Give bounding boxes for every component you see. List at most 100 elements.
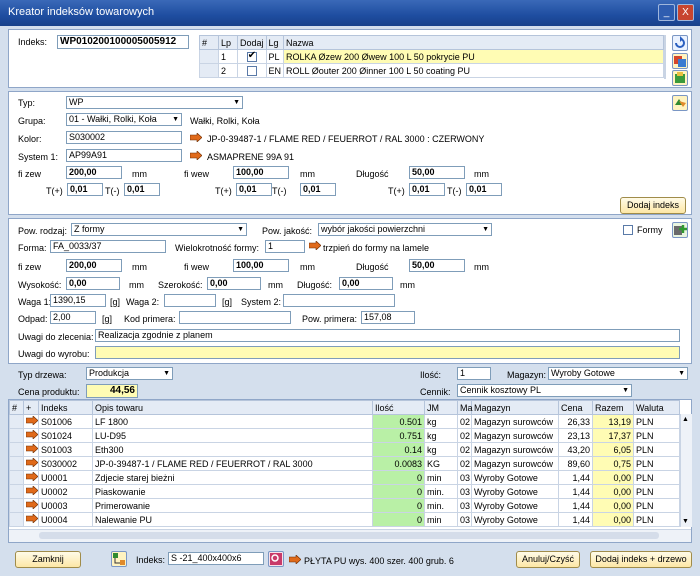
row-ilosc[interactable]: 0 (372, 498, 425, 513)
row-ilosc[interactable]: 0.751 (372, 428, 425, 443)
row-opis[interactable]: LU-D95 (92, 428, 373, 443)
row-cena[interactable]: 26,33 (558, 414, 593, 429)
footer-indeks-field[interactable]: S -21_400x400x6 (168, 552, 264, 565)
add-form-icon[interactable] (672, 222, 688, 238)
row-cena[interactable]: 43,20 (558, 442, 593, 457)
row-opis[interactable]: LF 1800 (92, 414, 373, 429)
row-indeks[interactable]: S01006 (38, 414, 93, 429)
row-cena[interactable]: 1,44 (558, 512, 593, 527)
row-jm[interactable]: kg (424, 442, 458, 457)
odpad-field[interactable]: 2,00 (50, 311, 96, 324)
scroll-up-icon[interactable]: ▲ (682, 416, 689, 423)
arrow-right-icon[interactable] (25, 499, 38, 510)
bom-row[interactable]: U0002 Piaskowanie 0 min. 03 Wyroby Gotowe 1,44… (9, 484, 680, 499)
arrow-right-icon[interactable] (289, 555, 301, 564)
bom-row[interactable]: S030002 JP-0-39487-1 / FLAME RED / FEUERR… (9, 456, 680, 471)
arrow-right-icon[interactable] (309, 241, 321, 250)
pow-primera-field[interactable]: 157,08 (361, 311, 415, 324)
row-razem[interactable]: 0,00 (592, 498, 634, 513)
row-indeks[interactable]: U0004 (38, 512, 93, 527)
arrow-right-icon[interactable] (25, 429, 38, 440)
row-magazyn[interactable]: Magazyn surowców (471, 414, 559, 429)
row-ilosc[interactable]: 0 (372, 512, 425, 527)
arrow-right-icon[interactable] (25, 485, 38, 496)
scroll-down-icon[interactable]: ▼ (682, 518, 689, 525)
row-magazyn[interactable]: Magazyn surowców (471, 428, 559, 443)
row-waluta[interactable]: PLN (633, 498, 680, 513)
row-jm[interactable]: kg (424, 414, 458, 429)
arrow-right-icon[interactable] (190, 133, 202, 142)
waga1-field[interactable]: 1390,15 (50, 294, 106, 307)
row-jm[interactable]: min (424, 512, 458, 527)
row-cena[interactable]: 23,13 (558, 428, 593, 443)
row-ma[interactable]: 02 (457, 442, 472, 457)
wielokrotnosc-field[interactable]: 1 (265, 240, 305, 253)
col-magazyn[interactable]: Magazyn (471, 400, 559, 415)
book-icon[interactable] (672, 70, 688, 86)
fiwew-field[interactable]: 100,00 (233, 166, 289, 179)
row-opis[interactable]: Eth300 (92, 442, 373, 457)
dlugosc-field[interactable]: 50,00 (409, 166, 465, 179)
add-checkbox[interactable]: ✔ (246, 51, 257, 62)
row-ma[interactable]: 03 (457, 498, 472, 513)
row-indeks[interactable]: U0003 (38, 498, 93, 513)
row-magazyn[interactable]: Wyroby Gotowe (471, 512, 559, 527)
row-waluta[interactable]: PLN (633, 428, 680, 443)
dlugosc-tminus-field[interactable]: 0,01 (466, 183, 502, 196)
close-dialog-button[interactable]: Zamknij (15, 551, 81, 568)
row-waluta[interactable]: PLN (633, 470, 680, 485)
row-ilosc[interactable]: 0 (372, 484, 425, 499)
row-magazyn[interactable]: Wyroby Gotowe (471, 498, 559, 513)
arrow-right-icon[interactable] (25, 513, 38, 524)
bom-row[interactable]: S01003 Eth300 0.14 kg 02 Magazyn surowców 43,2… (9, 442, 680, 457)
row-opis[interactable]: Piaskowanie (92, 484, 373, 499)
col-opis[interactable]: Opis towaru (92, 400, 373, 415)
fizew-tplus-field[interactable]: 0,01 (67, 183, 103, 196)
row-opis[interactable]: Primerowanie (92, 498, 373, 513)
row-indeks[interactable]: S01003 (38, 442, 93, 457)
waga2-field[interactable] (164, 294, 216, 307)
row-indeks[interactable]: U0002 (38, 484, 93, 499)
row-ilosc[interactable]: 0.14 (372, 442, 425, 457)
cennik-select[interactable]: Cennik kosztowy PL (457, 384, 632, 397)
row-jm[interactable]: kg (424, 428, 458, 443)
row-waluta[interactable]: PLN (633, 414, 680, 429)
row-razem[interactable]: 0,75 (592, 456, 634, 471)
ilosc-field[interactable]: 1 (457, 367, 491, 380)
fiwew-tminus-field[interactable]: 0,01 (300, 183, 336, 196)
col-indeks[interactable]: Indeks (38, 400, 93, 415)
bom-row[interactable]: U0004 Nalewanie PU 0 min 03 Wyroby Gotowe 1,44… (9, 512, 680, 527)
col-razem[interactable]: Razem (592, 400, 634, 415)
grupa-select[interactable]: 01 - Wałki, Rolki, Koła (66, 113, 182, 126)
magazyn-select[interactable]: Wyroby Gotowe (548, 367, 688, 380)
bom-row[interactable]: U0001 Zdjecie starej bieżni 0 min 03 Wyroby G… (9, 470, 680, 485)
row-magazyn[interactable]: Magazyn surowców (471, 456, 559, 471)
system2-field[interactable] (283, 294, 395, 307)
row-ma[interactable]: 02 (457, 414, 472, 429)
row-ma[interactable]: 03 (457, 512, 472, 527)
tree-icon[interactable] (111, 551, 127, 567)
system-field[interactable]: AP99A91 (66, 149, 182, 162)
col-cena[interactable]: Cena (558, 400, 593, 415)
kod-primera-field[interactable] (179, 311, 291, 324)
formy-checkbox[interactable] (623, 225, 633, 235)
fiwew-tplus-field[interactable]: 0,01 (236, 183, 272, 196)
row-razem[interactable]: 0,00 (592, 512, 634, 527)
row-jm[interactable]: KG (424, 456, 458, 471)
row-indeks[interactable]: U0001 (38, 470, 93, 485)
uwagi-wyrobu-field[interactable] (95, 346, 680, 359)
prod-fizew-field[interactable]: 200,00 (66, 259, 122, 272)
row-razem[interactable]: 17,37 (592, 428, 634, 443)
row-jm[interactable]: min. (424, 484, 458, 499)
col-ilosc[interactable]: Ilość (372, 400, 425, 415)
exchange-icon[interactable] (672, 95, 688, 111)
row-waluta[interactable]: PLN (633, 512, 680, 527)
row-cena[interactable]: 89,60 (558, 456, 593, 471)
row-ilosc[interactable]: 0.0083 (372, 456, 425, 471)
typ-select[interactable]: WP (66, 96, 243, 109)
table-row[interactable]: 2 EN ROLL Øouter 200 Øinner 100 L 50 coa… (199, 63, 664, 78)
scroll-thumb[interactable] (39, 532, 659, 539)
table-row[interactable]: 1 ✔ PL ROLKA Øzew 200 Øwew 100 L 50 pokr… (199, 49, 664, 64)
dlugosc2-field[interactable]: 0,00 (339, 277, 393, 290)
col-waluta[interactable]: Waluta (633, 400, 680, 415)
